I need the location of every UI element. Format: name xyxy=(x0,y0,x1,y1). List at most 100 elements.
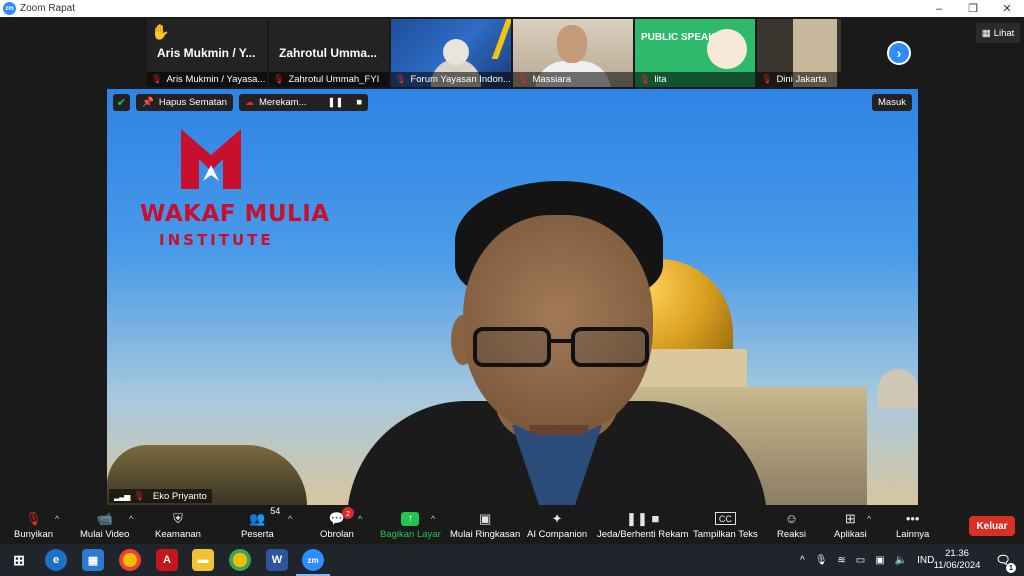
chat-icon: 💬 2 xyxy=(329,507,354,527)
summary-button[interactable]: ▣ Mulai Ringkasan xyxy=(450,510,520,541)
speaker-person xyxy=(347,175,767,505)
pause-stop-recording-button[interactable]: ❚❚ ■ Jeda/Berhenti Rekam xyxy=(597,510,688,541)
participant-name-large: Aris Mukmin / Y... xyxy=(157,46,256,60)
video-overlay-controls: ✔ 📌 Hapus Sematan ☁ Merekam... ❚❚ ■ xyxy=(113,94,369,111)
stop-recording-icon[interactable]: ■ xyxy=(356,97,362,108)
cc-icon: CC xyxy=(714,512,736,525)
meeting-area: ✋ Aris Mukmin / Y... 🎙 Aris Mukmin / Yaya… xyxy=(0,17,1024,507)
muted-mic-icon: 🎙 xyxy=(273,74,285,84)
unpin-button[interactable]: 📌 Hapus Sematan xyxy=(136,94,233,111)
grid-icon: ▦ xyxy=(981,27,991,39)
security-tray-icon[interactable]: ▣ xyxy=(875,555,884,566)
clock-date: 11/06/2024 xyxy=(933,560,981,571)
participant-tile-massiara[interactable]: 🎙 Massiara xyxy=(513,19,633,87)
participants-icon: 👥 54 xyxy=(249,506,281,526)
active-speaker-video[interactable]: WAKAF MULIA INSTITUTE ✔ 📌 Hapus Sematan … xyxy=(107,89,918,505)
restore-button[interactable]: ❐ xyxy=(956,0,990,17)
minimize-button[interactable]: – xyxy=(922,0,956,17)
participant-caption: 🎙 Forum Yayasan Indon... xyxy=(391,72,511,87)
raised-hand-icon: ✋ xyxy=(151,24,170,41)
participant-tile-forum[interactable]: 🎙 Forum Yayasan Indon... xyxy=(391,19,511,87)
zoom-taskbar-icon[interactable]: zm xyxy=(302,549,324,571)
close-button[interactable]: ✕ xyxy=(990,0,1024,17)
file-explorer-icon[interactable]: ▬ xyxy=(192,549,214,571)
signal-bars-icon: ▂▃▅ xyxy=(114,491,131,501)
volume-icon[interactable]: 🔈 xyxy=(895,555,907,566)
muted-mic-icon: 🎙 xyxy=(517,74,529,84)
ai-companion-button[interactable]: ✦ AI Companion xyxy=(527,510,587,541)
shield-icon: ⛨ xyxy=(173,510,183,526)
sparkle-icon: ✦ xyxy=(551,510,563,526)
title-bar: zm Zoom Rapat – ❐ ✕ xyxy=(0,0,1024,17)
participant-video xyxy=(707,29,747,69)
cloud-recording-icon: ☁ xyxy=(244,97,254,107)
microphone-tray-icon[interactable]: 🎙 xyxy=(815,555,828,566)
captions-button[interactable]: CC Tampilkan Teks xyxy=(693,510,758,540)
muted-mic-icon: 🎙 xyxy=(151,74,163,84)
window-title: Zoom Rapat xyxy=(20,3,76,14)
video-options-caret-icon[interactable]: ^ xyxy=(129,514,133,524)
reactions-button[interactable]: ☺ Reaksi xyxy=(777,510,806,540)
chat-unread-badge: 2 xyxy=(342,507,354,519)
participants-button[interactable]: 👥 54 Peserta xyxy=(241,506,281,540)
participant-name-large: Zahrotul Umma... xyxy=(279,46,378,60)
network-icon[interactable]: ≋ xyxy=(837,555,845,566)
windows-start-icon[interactable]: ⊞ xyxy=(8,549,30,571)
apps-button[interactable]: ⊞ Aplikasi xyxy=(834,510,867,541)
participant-tile-dini[interactable]: 🎙 Dini Jakarta xyxy=(757,19,841,87)
word-icon[interactable]: W xyxy=(266,549,288,571)
leave-button[interactable]: Keluar xyxy=(969,516,1015,536)
audio-options-caret-icon[interactable]: ^ xyxy=(55,514,59,524)
video-off-icon: 📹 xyxy=(96,510,113,526)
edge-browser-icon[interactable]: e xyxy=(45,549,67,571)
unmute-button[interactable]: 🎙 Bunyikan xyxy=(14,510,53,541)
apps-options-caret-icon[interactable]: ^ xyxy=(867,514,871,524)
battery-icon[interactable]: ▭ xyxy=(856,555,865,566)
speaker-name-label: ▂▃▅ 🎙 Eko Priyanto xyxy=(109,489,212,503)
participant-caption: 🎙 lita xyxy=(635,72,755,87)
chrome-profile-icon[interactable] xyxy=(229,549,251,571)
participant-caption: 🎙 Aris Mukmin / Yayasa... xyxy=(147,72,267,87)
participant-tile-zahrotul[interactable]: Zahrotul Umma... 🎙 Zahrotul Ummah_FYI xyxy=(269,19,389,87)
logo-text: WAKAF MULIA xyxy=(140,201,330,227)
system-tray: ^ 🎙 ≋ ▭ ▣ 🔈 IND xyxy=(800,544,934,576)
chat-options-caret-icon[interactable]: ^ xyxy=(358,514,362,524)
participant-strip: ✋ Aris Mukmin / Y... 🎙 Aris Mukmin / Yaya… xyxy=(147,19,841,87)
logo-mark-icon xyxy=(181,129,241,189)
security-button[interactable]: ⛨ Keamanan xyxy=(155,510,201,541)
muted-mic-icon: 🎙 xyxy=(639,74,651,84)
meeting-toolbar: 🎙 Bunyikan ^ 📹 Mulai Video ^ ⛨ Keamanan … xyxy=(0,506,1024,544)
clock-time: 21.36 xyxy=(945,548,969,559)
ellipsis-icon: ••• xyxy=(905,511,920,526)
view-button[interactable]: ▦ Lihat xyxy=(976,23,1020,43)
muted-mic-icon: 🎙 xyxy=(761,74,773,84)
share-screen-icon: ↑ xyxy=(401,511,420,526)
mic-muted-icon: 🎙 xyxy=(25,510,42,526)
smiley-icon: ☺ xyxy=(784,511,799,526)
share-options-caret-icon[interactable]: ^ xyxy=(431,514,435,524)
more-button[interactable]: ••• Lainnya xyxy=(896,510,929,540)
glasses xyxy=(473,327,653,369)
participants-options-caret-icon[interactable]: ^ xyxy=(288,514,292,524)
participant-caption: 🎙 Zahrotul Ummah_FYI xyxy=(269,72,389,87)
chat-button[interactable]: 💬 2 Obrolan xyxy=(320,507,354,540)
participant-tile-aris[interactable]: ✋ Aris Mukmin / Y... 🎙 Aris Mukmin / Yaya… xyxy=(147,19,267,87)
zoom-logo-icon: zm xyxy=(3,2,16,15)
recording-indicator[interactable]: ☁ Merekam... ❚❚ ■ xyxy=(238,94,369,111)
muted-mic-icon: 🎙 xyxy=(133,490,145,501)
enter-button[interactable]: Masuk xyxy=(872,94,912,111)
start-video-button[interactable]: 📹 Mulai Video xyxy=(80,510,129,541)
encryption-shield-icon[interactable]: ✔ xyxy=(113,94,130,111)
muted-mic-icon: 🎙 xyxy=(395,74,407,84)
chrome-icon[interactable] xyxy=(119,549,141,571)
notification-center-icon[interactable]: 🗨 1 xyxy=(992,549,1016,573)
pause-recording-icon[interactable]: ❚❚ xyxy=(327,97,343,108)
windows-taskbar: ⊞ e ▦ A ▬ W zm ^ 🎙 ≋ ▭ ▣ 🔈 IND 21.36 11/… xyxy=(0,544,1024,576)
participants-count: 54 xyxy=(270,506,281,516)
tray-overflow-chevron-icon[interactable]: ^ xyxy=(800,555,805,566)
system-clock[interactable]: 21.36 11/06/2024 xyxy=(932,548,982,572)
store-icon[interactable]: ▦ xyxy=(82,549,104,571)
participant-tile-lita[interactable]: PUBLIC SPEAKING. 🎙 lita xyxy=(635,19,755,87)
pdf-reader-icon[interactable]: A xyxy=(156,549,178,571)
next-page-arrow-icon[interactable]: › xyxy=(887,41,911,65)
